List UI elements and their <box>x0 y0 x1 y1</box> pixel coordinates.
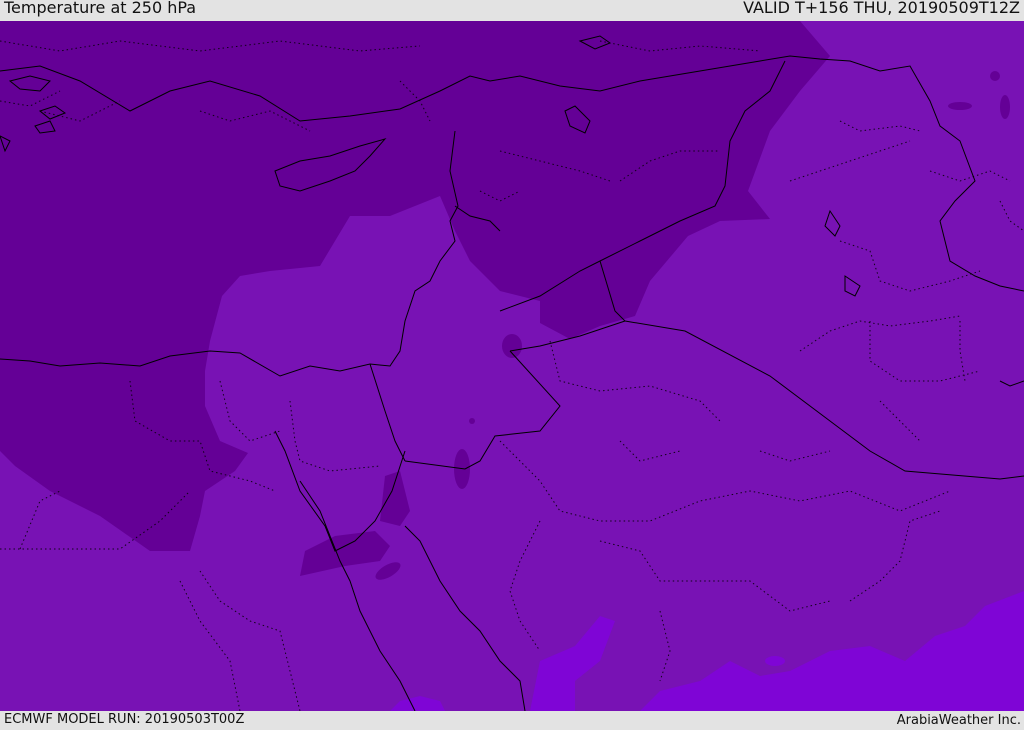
cold-patch <box>1000 95 1010 119</box>
valid-time: VALID T+156 THU, 20190509T12Z <box>743 0 1020 17</box>
cold-patch <box>990 71 1000 81</box>
map-title: Temperature at 250 hPa <box>4 0 197 17</box>
map-footer: ECMWF MODEL RUN: 20190503T00Z ArabiaWeat… <box>0 711 1024 729</box>
temperature-map <box>0 21 1024 711</box>
credit-label: ArabiaWeather Inc. <box>896 713 1021 728</box>
cold-patch <box>502 334 522 358</box>
cold-patch <box>948 102 972 110</box>
map-header: Temperature at 250 hPa VALID T+156 THU, … <box>0 0 1024 22</box>
model-run-label: ECMWF MODEL RUN: 20190503T00Z <box>4 712 245 727</box>
warm-patch <box>765 656 785 666</box>
cold-patch <box>469 418 475 424</box>
